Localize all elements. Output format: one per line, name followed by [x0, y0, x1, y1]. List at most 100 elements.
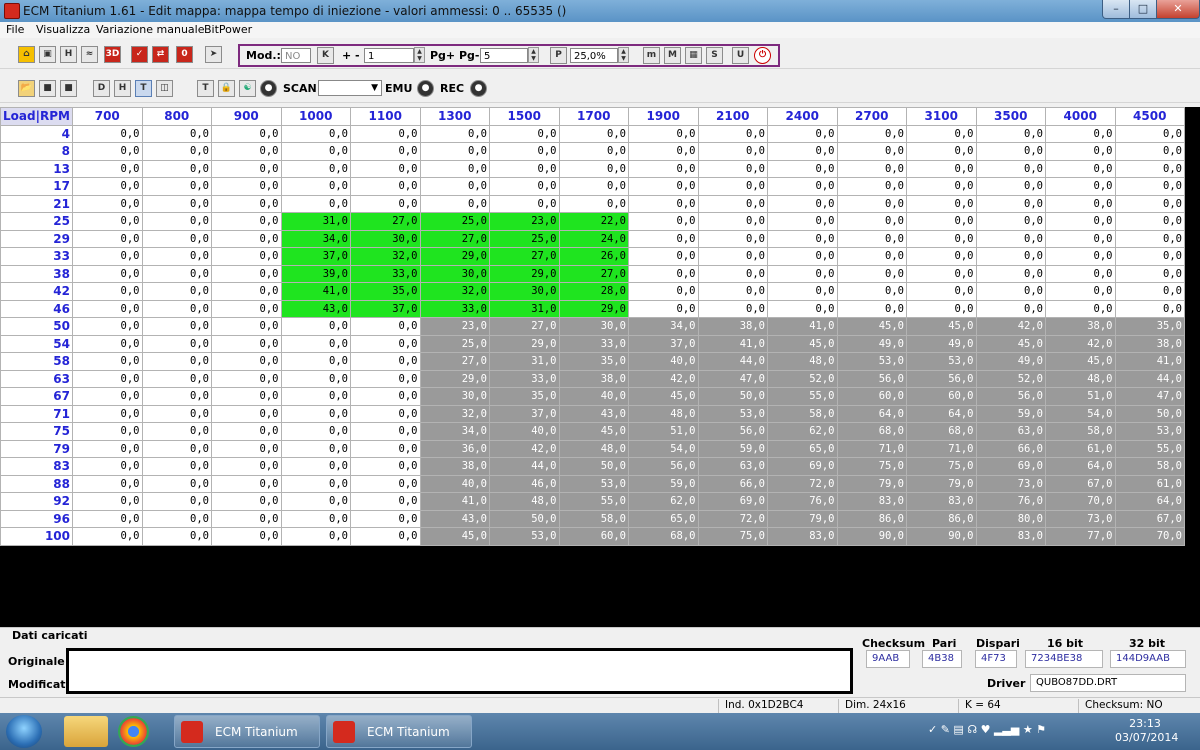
map-cell[interactable]: 72,0: [697, 509, 768, 528]
map-cell[interactable]: 0,0: [72, 124, 143, 143]
table-icon[interactable]: H: [60, 46, 77, 63]
map-cell[interactable]: 0,0: [350, 369, 421, 388]
load-header[interactable]: 21: [0, 194, 73, 213]
map-cell[interactable]: 50,0: [1114, 404, 1185, 423]
map-cell[interactable]: 0,0: [558, 194, 629, 213]
map-cell[interactable]: 60,0: [906, 387, 977, 406]
map-cell[interactable]: 0,0: [419, 142, 490, 161]
map-cell[interactable]: 41,0: [697, 334, 768, 353]
map-cell[interactable]: 0,0: [1114, 194, 1185, 213]
map-cell[interactable]: 0,0: [280, 527, 351, 546]
map-cell[interactable]: 0,0: [558, 177, 629, 196]
map-cell[interactable]: 53,0: [558, 474, 629, 493]
map-cell[interactable]: 0,0: [767, 142, 838, 161]
rpm-header[interactable]: 3500: [975, 107, 1046, 126]
map-cell[interactable]: 0,0: [211, 387, 282, 406]
map-cell[interactable]: 0,0: [1114, 212, 1185, 231]
map-cell[interactable]: 0,0: [1114, 229, 1185, 248]
map-cell[interactable]: 86,0: [836, 509, 907, 528]
map-cell[interactable]: 64,0: [1114, 492, 1185, 511]
k-button[interactable]: K: [317, 47, 334, 64]
map-cell[interactable]: 0,0: [280, 457, 351, 476]
map-cell[interactable]: 56,0: [628, 457, 699, 476]
map-cell[interactable]: 41,0: [280, 282, 351, 301]
map-cell[interactable]: 69,0: [767, 457, 838, 476]
map-cell[interactable]: 27,0: [489, 247, 560, 266]
map-cell[interactable]: 0,0: [697, 264, 768, 283]
load-header[interactable]: 63: [0, 369, 73, 388]
map-cell[interactable]: 37,0: [350, 299, 421, 318]
map-cell[interactable]: 0,0: [350, 334, 421, 353]
map-cell[interactable]: 0,0: [558, 142, 629, 161]
max-button[interactable]: M: [664, 47, 681, 64]
map-cell[interactable]: 56,0: [906, 369, 977, 388]
map-cell[interactable]: 0,0: [975, 282, 1046, 301]
open-folder-icon[interactable]: 📂: [18, 80, 35, 97]
map-cell[interactable]: 0,0: [72, 527, 143, 546]
map-cell[interactable]: 33,0: [558, 334, 629, 353]
map-cell[interactable]: 54,0: [628, 439, 699, 458]
load-header[interactable]: 71: [0, 404, 73, 423]
map-cell[interactable]: 23,0: [489, 212, 560, 231]
map-cell[interactable]: 0,0: [767, 212, 838, 231]
map-cell[interactable]: 58,0: [1045, 422, 1116, 441]
map-cell[interactable]: 0,0: [72, 404, 143, 423]
map-cell[interactable]: 0,0: [350, 317, 421, 336]
map-cell[interactable]: 83,0: [975, 527, 1046, 546]
load-header[interactable]: 17: [0, 177, 73, 196]
map-cell[interactable]: 0,0: [141, 422, 212, 441]
map-cell[interactable]: 0,0: [211, 247, 282, 266]
file-explorer-icon[interactable]: [64, 716, 108, 747]
map-cell[interactable]: 0,0: [1045, 159, 1116, 178]
map-cell[interactable]: 0,0: [558, 159, 629, 178]
map-cell[interactable]: 0,0: [1045, 124, 1116, 143]
map-cell[interactable]: 0,0: [211, 212, 282, 231]
map-cell[interactable]: 34,0: [628, 317, 699, 336]
map-cell[interactable]: 53,0: [836, 352, 907, 371]
rpm-header[interactable]: 1100: [350, 107, 421, 126]
map-cell[interactable]: 0,0: [211, 282, 282, 301]
map-cell[interactable]: 33,0: [419, 299, 490, 318]
check-icon[interactable]: ✓: [131, 46, 148, 63]
save-icon[interactable]: ■: [39, 80, 56, 97]
step-spinner[interactable]: ▲ ▼: [414, 47, 425, 63]
step-field[interactable]: 1: [364, 48, 414, 63]
map-cell[interactable]: 0,0: [72, 264, 143, 283]
map-cell[interactable]: 56,0: [697, 422, 768, 441]
map-cell[interactable]: 0,0: [141, 142, 212, 161]
map-cell[interactable]: 42,0: [975, 317, 1046, 336]
map-cell[interactable]: 37,0: [280, 247, 351, 266]
map-cell[interactable]: 0,0: [141, 247, 212, 266]
map-cell[interactable]: 0,0: [141, 474, 212, 493]
power-icon[interactable]: ⏻: [754, 47, 771, 64]
map-cell[interactable]: 0,0: [697, 159, 768, 178]
rec-toggle[interactable]: ●: [470, 80, 487, 97]
map-cell[interactable]: 83,0: [906, 492, 977, 511]
rpm-header[interactable]: 800: [141, 107, 212, 126]
map-cell[interactable]: 0,0: [72, 352, 143, 371]
map-cell[interactable]: 49,0: [906, 334, 977, 353]
load-header[interactable]: 13: [0, 159, 73, 178]
map-cell[interactable]: 0,0: [975, 212, 1046, 231]
map-cell[interactable]: 0,0: [767, 264, 838, 283]
map-cell[interactable]: 75,0: [906, 457, 977, 476]
map-cell[interactable]: 0,0: [72, 299, 143, 318]
map-cell[interactable]: 33,0: [489, 369, 560, 388]
map-cell[interactable]: 79,0: [836, 474, 907, 493]
map-cell[interactable]: 56,0: [836, 369, 907, 388]
map-cell[interactable]: 0,0: [1045, 264, 1116, 283]
map-cell[interactable]: 0,0: [767, 299, 838, 318]
map-cell[interactable]: 0,0: [211, 404, 282, 423]
map-cell[interactable]: 0,0: [280, 474, 351, 493]
map-cell[interactable]: 0,0: [350, 422, 421, 441]
map-cell[interactable]: 30,0: [489, 282, 560, 301]
map-cell[interactable]: 75,0: [836, 457, 907, 476]
map-cell[interactable]: 0,0: [975, 194, 1046, 213]
map-cell[interactable]: 69,0: [697, 492, 768, 511]
map-cell[interactable]: 55,0: [1114, 439, 1185, 458]
map-cell[interactable]: 60,0: [558, 527, 629, 546]
map-cell[interactable]: 0,0: [280, 404, 351, 423]
map-cell[interactable]: 30,0: [419, 387, 490, 406]
map-cell[interactable]: 0,0: [141, 334, 212, 353]
map-cell[interactable]: 0,0: [975, 247, 1046, 266]
